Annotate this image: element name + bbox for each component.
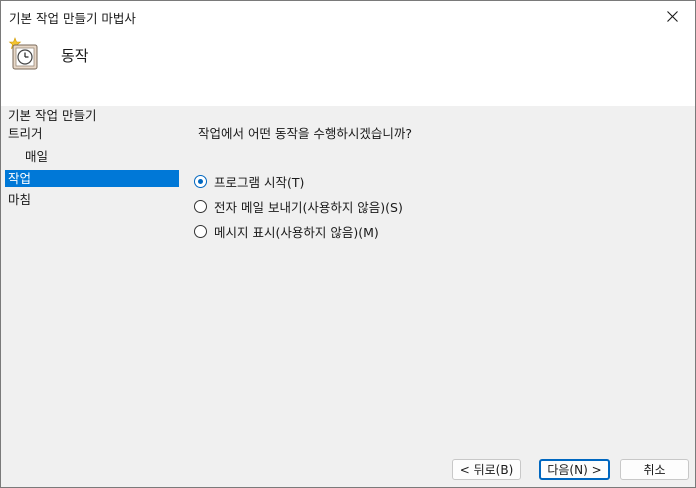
wizard-header: 동작 <box>1 31 695 106</box>
sidebar-item-label: 트리거 <box>8 126 43 141</box>
radio-label: 전자 메일 보내기(사용하지 않음)(S) <box>214 199 403 215</box>
close-icon <box>666 10 678 22</box>
close-button[interactable] <box>649 1 695 31</box>
page-title: 동작 <box>61 47 89 65</box>
sidebar-item-label: 마침 <box>8 192 32 207</box>
action-question: 작업에서 어떤 동작을 수행하시겠습니까? <box>198 126 413 141</box>
radio-button[interactable] <box>194 224 207 238</box>
title-bar[interactable]: 기본 작업 만들기 마법사 <box>1 1 695 31</box>
sidebar-item-label: 기본 작업 만들기 <box>8 108 97 123</box>
sidebar-item-label: 작업 <box>8 171 32 186</box>
radio-label: 메시지 표시(사용하지 않음)(M) <box>214 224 379 240</box>
radio-start-program[interactable]: 프로그램 시작(T) <box>194 172 304 190</box>
sidebar-item-action[interactable]: 작업 <box>5 170 179 187</box>
back-button[interactable]: < 뒤로(B) <box>452 459 521 480</box>
window-title: 기본 작업 만들기 마법사 <box>9 11 136 26</box>
radio-display-message[interactable]: 메시지 표시(사용하지 않음)(M) <box>194 222 379 240</box>
task-scheduler-clock-icon <box>8 37 38 70</box>
sidebar-item-trigger[interactable]: 트리거 <box>5 125 179 142</box>
sidebar-item-finish[interactable]: 마침 <box>5 191 179 208</box>
radio-label: 프로그램 시작(T) <box>214 174 305 190</box>
radio-button[interactable] <box>194 199 207 213</box>
sidebar-item-daily[interactable]: 매일 <box>5 148 179 165</box>
radio-button-checked[interactable] <box>194 174 207 188</box>
radio-send-email[interactable]: 전자 메일 보내기(사용하지 않음)(S) <box>194 197 403 215</box>
sidebar-item-label: 매일 <box>25 149 49 164</box>
wizard-steps-sidebar: 기본 작업 만들기 트리거 매일 작업 마침 <box>1 106 183 487</box>
cancel-button[interactable]: 취소 <box>620 459 689 480</box>
wizard-content: 작업에서 어떤 동작을 수행하시겠습니까? 프로그램 시작(T) 전자 메일 보… <box>183 106 695 487</box>
sidebar-item-create-basic-task[interactable]: 기본 작업 만들기 <box>5 107 179 124</box>
wizard-window: 기본 작업 만들기 마법사 동작 기본 작업 만들기 트리거 매일 작업 마침 … <box>0 0 696 488</box>
next-button[interactable]: 다음(N) > <box>539 459 610 480</box>
